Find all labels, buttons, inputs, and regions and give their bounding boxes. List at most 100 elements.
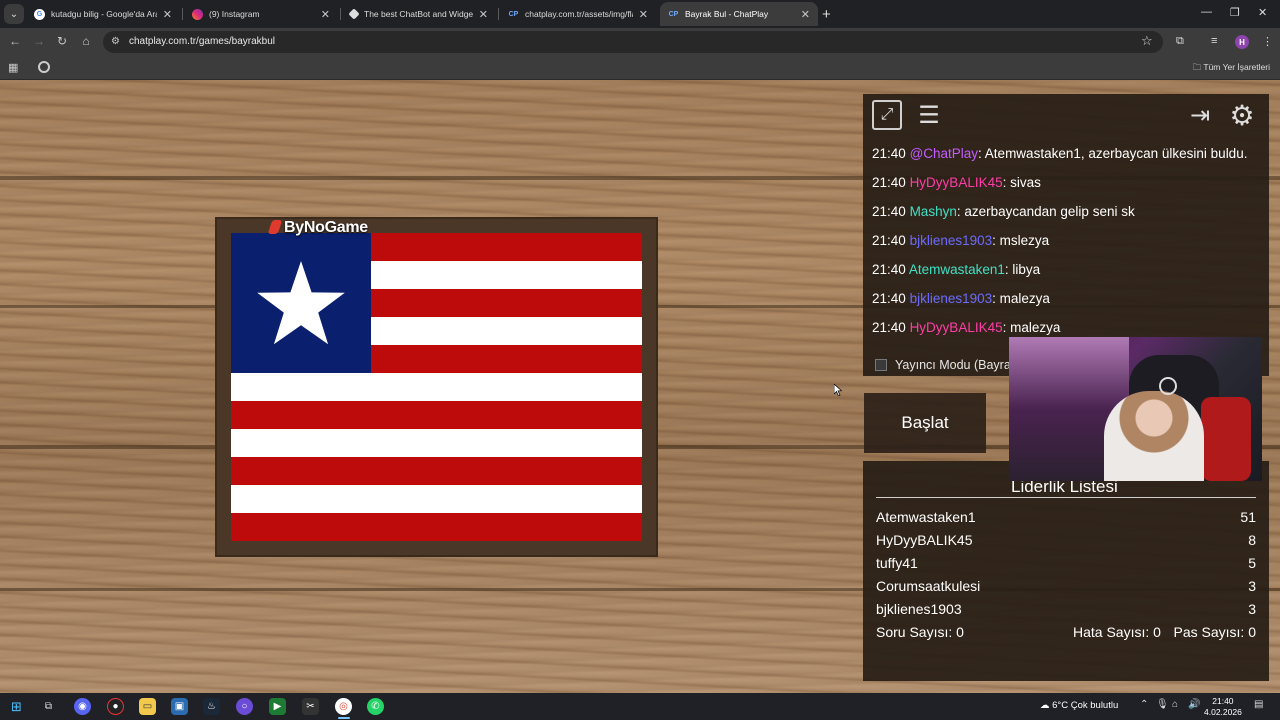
flag-stripe <box>231 513 642 541</box>
tab-google-search[interactable]: G kutadgu bilig - Google'da Ara ✕ <box>26 2 180 26</box>
message-time: 21:40 <box>872 291 906 306</box>
site-info-icon[interactable]: ⚙ <box>111 36 123 48</box>
volume-icon[interactable]: 🔊 <box>1188 699 1200 710</box>
extensions-icon[interactable]: ⧉ <box>1176 35 1184 48</box>
steam-icon[interactable]: ♨ <box>203 698 220 715</box>
clock-time: 21:40 <box>1212 696 1234 706</box>
message-user: Atemwastaken1 <box>908 262 1005 277</box>
new-tab-button[interactable]: + <box>822 6 831 23</box>
tab-label: The best ChatBot and Widgets <box>364 9 473 19</box>
message-time: 21:40 <box>872 146 906 161</box>
tab-bar: ⌄ G kutadgu bilig - Google'da Ara ✕ (9) … <box>0 0 1280 28</box>
tab-search-button[interactable]: ⌄ <box>4 4 24 24</box>
minimize-icon[interactable]: — <box>1201 6 1212 18</box>
weather-widget[interactable]: ☁ 6°C Çok bulutlu <box>1040 700 1118 711</box>
mouse-cursor-icon <box>834 384 842 396</box>
close-tab-icon[interactable]: ✕ <box>801 8 810 21</box>
discord-icon[interactable]: ◉ <box>74 698 91 715</box>
message-user: bjklienes1903 <box>909 233 993 248</box>
question-count: Soru Sayısı: 0 <box>876 624 964 640</box>
close-tab-icon[interactable]: ✕ <box>639 8 648 21</box>
player-name: Atemwastaken1 <box>876 509 976 525</box>
chat-message: 21:40 HyDyyBALIK45: sivas <box>872 175 1267 204</box>
chair-logo-icon <box>1159 377 1177 395</box>
back-icon[interactable]: ← <box>7 34 23 48</box>
google-icon: G <box>34 8 45 20</box>
clock-date: 4.02.2026 <box>1204 707 1242 717</box>
close-window-icon[interactable]: ✕ <box>1258 6 1267 19</box>
message-text: : malezya <box>1002 320 1061 335</box>
message-text: : sivas <box>1002 175 1041 190</box>
chat-message: 21:40 Mashyn: azerbaycandan gelip seni s… <box>872 204 1267 233</box>
message-user: bjklienes1903 <box>909 291 993 306</box>
divider <box>876 497 1256 498</box>
message-text: : mslezya <box>992 233 1050 248</box>
message-user: HyDyyBALIK45 <box>909 320 1003 335</box>
app-circle-icon[interactable]: ○ <box>236 698 253 715</box>
streamelements-icon <box>348 8 360 20</box>
capcut-icon[interactable]: ✂ <box>302 698 319 715</box>
tab-instagram[interactable]: (9) Instagram ✕ <box>184 2 338 26</box>
address-bar[interactable]: ⚙ chatplay.com.tr/games/bayrakbul <box>103 31 1163 53</box>
cloud-icon: ☁ <box>1040 700 1050 711</box>
notification-icon[interactable]: ▤ <box>1254 699 1263 710</box>
bookmark-star-icon[interactable]: ☆ <box>1141 33 1153 49</box>
bynogame-logo-icon <box>267 220 283 234</box>
profile-avatar[interactable]: H <box>1235 35 1249 49</box>
obs-icon[interactable]: ● <box>107 698 124 715</box>
message-time: 21:40 <box>872 320 906 335</box>
chatplay-icon: CP <box>508 10 519 18</box>
player-score: 5 <box>1248 555 1256 571</box>
start-button[interactable]: Başlat <box>864 393 986 453</box>
close-tab-icon[interactable]: ✕ <box>163 8 172 21</box>
windows-start-icon[interactable]: ⊞ <box>8 698 25 715</box>
file-explorer-icon[interactable]: ▭ <box>139 698 156 715</box>
menu-icon[interactable]: ⋮ <box>1262 35 1273 48</box>
leaderboard-row: bjklienes1903 3 <box>876 601 1256 621</box>
message-time: 21:40 <box>872 175 906 190</box>
whatsapp-icon[interactable]: ✆ <box>367 698 384 715</box>
media-controls-icon[interactable]: ≡ <box>1211 35 1217 47</box>
tab-chatplay-flag-image[interactable]: CP chatplay.com.tr/assets/img/flag ✕ <box>500 2 656 26</box>
pass-count: Pas Sayısı: 0 <box>1173 624 1256 640</box>
logout-icon[interactable]: ⇥ <box>1185 100 1215 130</box>
chat-message: 21:40 @ChatPlay: Atemwastaken1, azerbayc… <box>872 146 1267 175</box>
settings-gear-icon[interactable]: ⚙ <box>1227 100 1257 131</box>
webcam-overlay <box>1009 337 1262 481</box>
chrome-icon[interactable]: ◎ <box>335 698 352 715</box>
microphone-icon[interactable]: 🎙 <box>1156 699 1169 710</box>
app-green-icon[interactable]: ▶ <box>269 698 286 715</box>
reload-icon[interactable]: ↻ <box>54 34 70 48</box>
bookmarks-bar: ▦ 🗀 Tüm Yer İşaretleri <box>0 56 1280 80</box>
close-tab-icon[interactable]: ✕ <box>321 8 330 21</box>
home-icon[interactable]: ⌂ <box>78 34 94 48</box>
url-text[interactable]: chatplay.com.tr/games/bayrakbul <box>129 36 275 47</box>
player-name: bjklienes1903 <box>876 601 962 617</box>
player-score: 3 <box>1248 601 1256 617</box>
list-icon[interactable]: ☰ <box>914 100 944 130</box>
store-icon[interactable]: ▣ <box>171 698 188 715</box>
restore-icon[interactable]: ❐ <box>1230 6 1240 19</box>
close-tab-icon[interactable]: ✕ <box>479 8 488 21</box>
system-clock[interactable]: 21:40 4.02.2026 <box>1204 696 1242 718</box>
network-icon[interactable]: ⌂ <box>1172 699 1178 710</box>
tray-chevron-icon[interactable]: ⌃ <box>1140 699 1148 710</box>
apps-grid-icon[interactable]: ▦ <box>8 61 18 74</box>
all-bookmarks-button[interactable]: 🗀 Tüm Yer İşaretleri <box>1193 62 1270 76</box>
leaderboard-row: Corumsaatkulesi 3 <box>876 578 1256 598</box>
fullscreen-icon[interactable]: ⤢ <box>872 100 902 130</box>
tab-label: (9) Instagram <box>209 9 260 19</box>
flag-stripe <box>231 373 642 402</box>
tab-label: chatplay.com.tr/assets/img/flag <box>525 9 633 19</box>
streamer-mode-toggle[interactable]: Yayıncı Modu (Bayra <box>875 358 1011 372</box>
forward-icon[interactable]: → <box>31 34 47 48</box>
task-view-icon[interactable]: ⧉ <box>40 698 57 715</box>
streamer-mode-checkbox[interactable] <box>875 359 887 371</box>
weather-text: 6°C Çok bulutlu <box>1052 700 1119 711</box>
bookmark-site-icon[interactable] <box>38 61 50 73</box>
message-user: HyDyyBALIK45 <box>909 175 1003 190</box>
chat-message: 21:40 bjklienes1903: mslezya <box>872 233 1267 262</box>
tab-bayrak-bul[interactable]: CP Bayrak Bul - ChatPlay ✕ <box>660 2 818 26</box>
tab-streamelements[interactable]: The best ChatBot and Widgets ✕ <box>342 2 496 26</box>
message-time: 21:40 <box>872 233 906 248</box>
